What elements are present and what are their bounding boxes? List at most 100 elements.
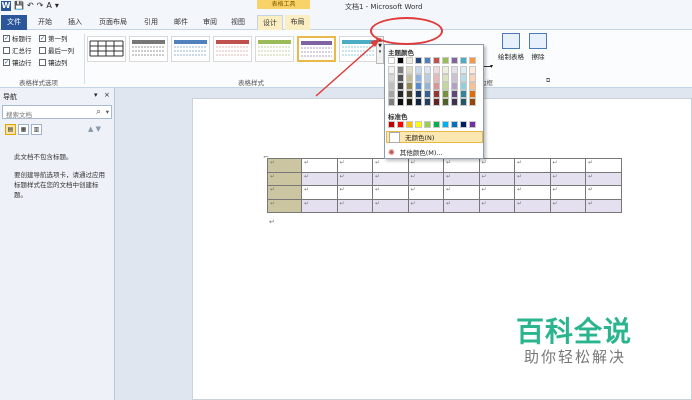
table-cell[interactable]: ↵ [443,198,480,213]
standard-color-swatch[interactable] [460,121,467,128]
theme-color-shade-swatch[interactable] [397,98,404,106]
theme-color-shade-swatch[interactable] [424,66,431,74]
option-last-column[interactable]: 最后一列 [39,45,74,55]
table-cell[interactable]: ↵ [585,185,622,200]
table-cell[interactable]: ↵ [267,185,302,200]
theme-color-shade-swatch[interactable] [433,90,440,98]
theme-color-shade-swatch[interactable] [424,74,431,82]
theme-color-shade-swatch[interactable] [433,66,440,74]
table-cell[interactable]: ↵ [478,171,515,186]
theme-color-swatch[interactable] [442,57,449,64]
table-style-swatch[interactable] [213,36,252,62]
table-cell[interactable]: ↵ [549,198,586,213]
pages-view-icon[interactable]: ▦ [18,124,29,135]
theme-color-shade-swatch[interactable] [442,90,449,98]
theme-color-shade-swatch[interactable] [433,98,440,106]
theme-color-shade-swatch[interactable] [460,98,467,106]
theme-color-swatch[interactable] [433,57,440,64]
tab-insert[interactable]: 插入 [62,15,88,30]
standard-color-swatch[interactable] [442,121,449,128]
standard-color-swatch[interactable] [469,121,476,128]
theme-color-swatch[interactable] [424,57,431,64]
redo-icon[interactable]: ↷ [37,1,44,11]
table-cell[interactable]: ↵ [549,171,586,186]
theme-color-swatch[interactable] [469,57,476,64]
eraser-button[interactable]: 擦除 [525,33,551,61]
undo-icon[interactable]: ↶ [27,1,34,11]
table-cell[interactable]: ↵ [267,158,302,173]
standard-color-swatch[interactable] [388,121,395,128]
theme-color-shade-swatch[interactable] [406,74,413,82]
results-view-icon[interactable]: ▥ [31,124,42,135]
tab-design[interactable]: 设计 [257,15,283,30]
table-cell[interactable]: ↵ [514,171,551,186]
option-first-column[interactable]: ✓ 第一列 [39,33,68,43]
theme-color-shade-swatch[interactable] [433,74,440,82]
theme-color-shade-swatch[interactable] [469,74,476,82]
table-cell[interactable]: ↵ [478,158,515,173]
theme-color-shade-swatch[interactable] [424,90,431,98]
theme-color-swatch[interactable] [451,57,458,64]
theme-color-shade-swatch[interactable] [460,82,467,90]
theme-color-shade-swatch[interactable] [433,82,440,90]
headings-view-icon[interactable]: ▤ [5,124,16,135]
tab-mailings[interactable]: 邮件 [168,15,194,30]
theme-color-shade-swatch[interactable] [388,82,395,90]
theme-color-swatch[interactable] [397,57,404,64]
font-color-icon[interactable]: A [46,1,51,11]
table-cell[interactable]: ↵ [372,171,409,186]
pen-style-dropdown-icon[interactable]: ▾ [490,63,493,70]
standard-color-swatch[interactable] [433,121,440,128]
table-cell[interactable]: ↵ [372,158,409,173]
theme-color-shade-swatch[interactable] [415,66,422,74]
nav-search-input[interactable]: 搜索文档 ⌕ ▾ [2,105,112,119]
table-cell[interactable]: ↵ [301,171,338,186]
table-cell[interactable]: ↵ [372,185,409,200]
tab-file[interactable]: 文件 [1,15,27,30]
option-total-row[interactable]: 汇总行 [3,45,32,55]
table-cell[interactable]: ↵ [267,171,302,186]
theme-color-shade-swatch[interactable] [442,66,449,74]
theme-color-shade-swatch[interactable] [388,74,395,82]
theme-color-shade-swatch[interactable] [442,74,449,82]
theme-color-shade-swatch[interactable] [451,74,458,82]
word-logo[interactable]: W [1,1,11,11]
standard-color-swatch[interactable] [406,121,413,128]
tab-page-layout[interactable]: 页面布局 [93,15,133,30]
table-cell[interactable]: ↵ [301,158,338,173]
table-cell[interactable]: ↵ [443,158,480,173]
theme-color-shade-swatch[interactable] [460,90,467,98]
standard-color-swatch[interactable] [424,121,431,128]
save-icon[interactable]: 💾 [14,1,24,11]
customize-qat-icon[interactable]: ▾ [55,1,59,11]
table-cell[interactable]: ↵ [336,198,373,213]
draw-table-button[interactable]: 绘制表格 [498,33,524,61]
table-cell[interactable]: ↵ [585,158,622,173]
nav-options-icon[interactable]: ▾ [94,91,98,99]
theme-color-shade-swatch[interactable] [469,66,476,74]
chevron-down-icon[interactable]: ▾ [106,108,109,116]
theme-color-shade-swatch[interactable] [460,74,467,82]
theme-color-shade-swatch[interactable] [406,90,413,98]
table-cell[interactable]: ↵ [407,158,444,173]
table-cell[interactable]: ↵ [443,171,480,186]
theme-color-shade-swatch[interactable] [469,90,476,98]
theme-color-shade-swatch[interactable] [397,74,404,82]
theme-color-shade-swatch[interactable] [397,66,404,74]
option-banded-columns[interactable]: 镶边列 [39,57,68,67]
table-style-swatch-selected[interactable] [297,36,336,62]
theme-color-shade-swatch[interactable] [388,98,395,106]
table-cell[interactable]: ↵ [336,158,373,173]
table-cell[interactable]: ↵ [301,198,338,213]
document-table[interactable]: ↵ ↵ ↵ ↵ ↵ ↵ ↵ ↵ ↵ ↵ ↵ ↵ ↵ ↵ ↵ ↵ ↵ ↵ ↵ ↵ ↵ ↵ ↵ ↵ ↵ ↵ ↵ ↵ ↵ ↵ ↵ ↵ ↵ ↵ ↵ ↵ ↵ ↵ ↵ ↵ [267,158,622,213]
theme-color-swatch[interactable] [460,57,467,64]
table-style-swatch[interactable] [171,36,210,62]
standard-color-swatch[interactable] [397,121,404,128]
theme-color-shade-swatch[interactable] [442,82,449,90]
table-style-swatch[interactable] [255,36,294,62]
theme-color-shade-swatch[interactable] [415,74,422,82]
theme-color-shade-swatch[interactable] [451,90,458,98]
theme-color-shade-swatch[interactable] [469,82,476,90]
theme-color-shade-swatch[interactable] [406,82,413,90]
table-cell[interactable]: ↵ [514,198,551,213]
